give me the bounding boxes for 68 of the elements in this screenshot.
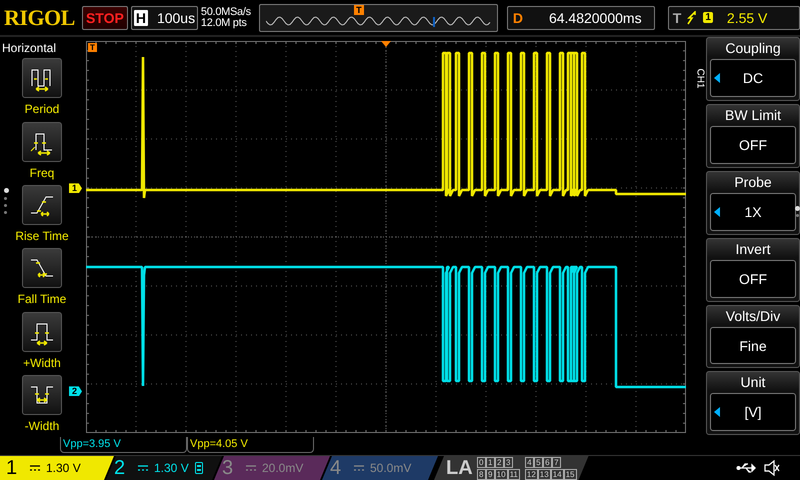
logic-channel-indicator: 0 1 2 3 4 5 6 7 8 9 10 11 12 13 14 15 (476, 456, 577, 480)
menu-softkey[interactable]: Probe 1X (706, 170, 800, 235)
trigger-time-marker-icon (381, 41, 391, 48)
speaker-muted-icon (764, 460, 780, 476)
timebase-label: H (134, 10, 148, 26)
run-stop-button[interactable]: STOP (82, 6, 128, 30)
softkey-value: DC (742, 70, 764, 86)
trigger-source: 1 (703, 12, 713, 24)
memory-depth: 12.0M pts (200, 18, 248, 29)
delay-label: D (512, 10, 523, 26)
softkey-value: OFF (738, 270, 768, 287)
menu-softkey[interactable]: BW Limit OFF (706, 104, 800, 168)
softkey-value: Fine (738, 338, 768, 354)
softkey-title: Coupling (724, 39, 782, 58)
trigger-position-marker: T (354, 4, 364, 15)
softkey-title: Volts/Div (724, 306, 782, 326)
menu-title: Horizontal (2, 41, 56, 56)
page-indicator-icon (4, 188, 10, 214)
softkey-title: Invert (734, 240, 772, 259)
softkey-value: 1X (743, 204, 763, 220)
usb-icon (736, 462, 758, 474)
channel-label: CH1 (694, 68, 706, 89)
dc-coupling-icon (354, 465, 364, 471)
menu-button[interactable] (22, 312, 62, 352)
softkey-title: BW Limit (724, 106, 782, 126)
timebase-box[interactable]: H 100us (130, 6, 198, 30)
channel-tab[interactable]: 2 1.30 V (106, 456, 222, 480)
delay-value: 64.4820000ms (548, 10, 642, 26)
softkey-title: Probe (733, 172, 773, 192)
dc-coupling-icon (30, 465, 40, 471)
rising-edge-icon (687, 10, 698, 25)
trigger-level: 2.55 V (726, 10, 768, 26)
page-indicator-icon (795, 206, 800, 218)
menu-label: +Width (23, 356, 61, 370)
menu-button[interactable] (22, 374, 62, 415)
dc-coupling-icon (138, 465, 148, 471)
softkey-value: OFF (738, 137, 768, 154)
delay-box[interactable]: D 64.4820000ms (506, 6, 655, 30)
dc-coupling-icon (246, 465, 256, 471)
channel-marker: 1 (69, 183, 82, 194)
menu-label: Period (24, 102, 60, 116)
menu-button[interactable] (22, 248, 62, 288)
waveform-overview-icon (266, 16, 492, 28)
channel-tab[interactable]: 1 1.30 V (0, 456, 114, 480)
menu-softkey[interactable]: Volts/Div Fine (706, 304, 800, 368)
menu-button[interactable] (22, 184, 62, 225)
measurement-readout: Vpp=3.95 V (60, 437, 187, 453)
softkey-value: [V] (743, 404, 763, 420)
menu-label: Fall Time (18, 292, 66, 306)
channel-number: 2 (114, 456, 126, 480)
menu-softkey[interactable]: Invert OFF (706, 238, 800, 302)
brand-logo: RIGOL (4, 4, 76, 31)
timebase-value: 100us (156, 10, 196, 26)
menu-button[interactable] (22, 58, 62, 98)
logic-analyzer-tab[interactable]: LA 0 1 2 3 4 5 6 7 8 9 10 11 12 13 14 15 (434, 456, 589, 480)
sample-rate: 50.0MSa/s (200, 6, 252, 18)
measurement-readout: Vpp=4.05 V (187, 437, 314, 453)
trigger-box[interactable]: T 1 2.55 V (668, 6, 800, 30)
menu-label: -Width (24, 418, 60, 433)
trigger-label: T (672, 10, 682, 26)
channel-marker: 2 (69, 386, 82, 396)
menu-label: Freq (30, 166, 54, 180)
softkey-title: Unit (740, 373, 766, 392)
menu-softkey[interactable]: Coupling DC (706, 37, 800, 102)
menu-label: Rise Time (15, 228, 69, 243)
trigger-marker: T (88, 43, 97, 52)
menu-button[interactable] (22, 122, 62, 162)
menu-softkey[interactable]: Unit [V] (706, 371, 800, 436)
